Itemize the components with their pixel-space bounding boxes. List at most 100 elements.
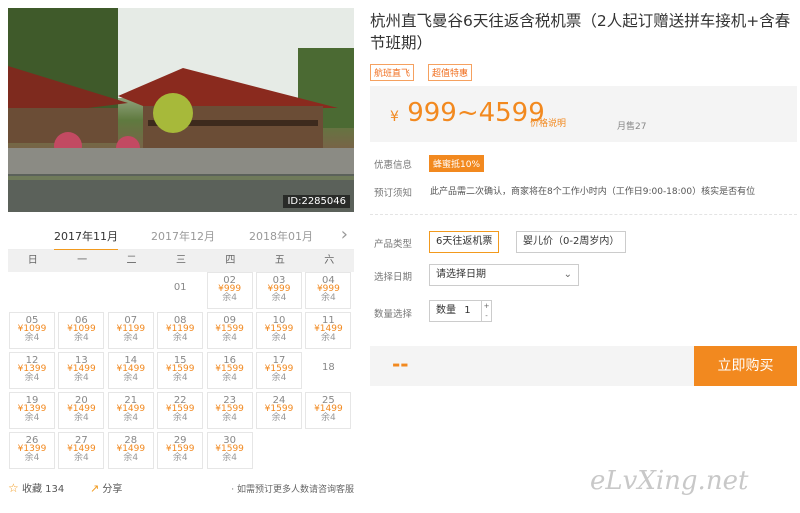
buy-bar: -- 立即购买 bbox=[370, 346, 797, 386]
promo-badge: 蜂蜜抵10% bbox=[429, 155, 485, 172]
calendar-day[interactable]: 02 ¥999 余4 bbox=[206, 272, 253, 309]
calendar-day[interactable]: 21 ¥1499 余4 bbox=[107, 392, 154, 429]
chevron-right-icon[interactable]: › bbox=[341, 224, 348, 245]
calendar-day[interactable]: 08 ¥1199 余4 bbox=[157, 312, 204, 349]
weekday-label: 四 bbox=[225, 255, 236, 266]
tab-month-1[interactable]: 2017年11月 bbox=[54, 228, 118, 251]
day-remaining: 余4 bbox=[123, 333, 139, 343]
weekday-label: 五 bbox=[274, 255, 285, 266]
tag-direct-flight: 航班直飞 bbox=[370, 64, 415, 81]
calendar-day[interactable]: 05 ¥1099 余4 bbox=[9, 312, 55, 349]
calendar-day[interactable]: 22 ¥1599 余4 bbox=[157, 392, 204, 429]
day-remaining: 余4 bbox=[321, 293, 336, 303]
month-tabs: 2017年11月 2017年12月 2018年01月 › bbox=[8, 222, 354, 251]
day-remaining: 余4 bbox=[24, 373, 40, 383]
tab-month-2[interactable]: 2017年12月 bbox=[151, 228, 215, 244]
day-remaining: 余4 bbox=[24, 413, 40, 423]
calendar-day[interactable]: 09 ¥1599 余4 bbox=[206, 312, 253, 349]
day-number: 01 bbox=[173, 282, 187, 293]
day-remaining: 余4 bbox=[321, 413, 336, 423]
watermark: eLvXing.net bbox=[590, 466, 749, 496]
calendar-day[interactable]: 03 ¥999 余4 bbox=[256, 272, 302, 309]
chevron-down-icon: ⌄ bbox=[563, 269, 572, 280]
consult-note: · 如需预订更多人数请咨询客服 bbox=[231, 485, 354, 495]
day-remaining: 余4 bbox=[24, 333, 40, 343]
date-select[interactable]: 请选择日期 ⌄ bbox=[429, 264, 579, 286]
day-remaining: 余4 bbox=[123, 373, 139, 383]
divider bbox=[370, 214, 797, 215]
calendar-day[interactable]: 04 ¥999 余4 bbox=[305, 272, 352, 309]
day-remaining: 余4 bbox=[222, 333, 237, 343]
calendar-day[interactable]: 28 ¥1499 余4 bbox=[107, 432, 154, 469]
day-remaining: 余4 bbox=[172, 413, 188, 423]
buy-now-button[interactable]: 立即购买 bbox=[694, 346, 797, 386]
day-remaining: 余4 bbox=[222, 453, 237, 463]
calendar-day: 01 bbox=[157, 272, 203, 309]
day-remaining: 余4 bbox=[74, 453, 89, 463]
calendar-day[interactable]: 17 ¥1599 余4 bbox=[256, 352, 302, 389]
option-infant-price[interactable]: 婴儿价（0-2周岁内） bbox=[516, 231, 627, 253]
day-remaining: 余4 bbox=[74, 333, 89, 343]
option-6day-ticket[interactable]: 6天往返机票 bbox=[429, 231, 500, 253]
day-remaining: 余4 bbox=[172, 333, 188, 343]
calendar-day: 18 bbox=[305, 352, 351, 389]
share-label: 分享 bbox=[102, 484, 123, 495]
weekday-label: 日 bbox=[27, 255, 38, 266]
day-remaining: 余4 bbox=[74, 373, 89, 383]
product-title: 杭州直飞曼谷6天往返含税机票（2人起订赠送拼车接机+含春节班期） bbox=[370, 12, 791, 52]
calendar-day[interactable]: 24 ¥1599 余4 bbox=[256, 392, 302, 429]
stepper-arrows[interactable]: + - bbox=[481, 301, 491, 321]
favorite-label: 收藏 bbox=[21, 484, 42, 495]
promo-label: 优惠信息 bbox=[374, 160, 413, 171]
favorite-count: 134 bbox=[45, 484, 65, 495]
price: ¥ 999~4599 bbox=[390, 98, 545, 128]
tag-special-offer: 超值特惠 bbox=[428, 64, 473, 81]
calendar-day[interactable]: 07 ¥1199 余4 bbox=[107, 312, 154, 349]
day-number: 18 bbox=[322, 362, 335, 373]
calendar-day[interactable]: 13 ¥1499 余4 bbox=[58, 352, 105, 389]
date-label: 选择日期 bbox=[374, 272, 413, 283]
day-remaining: 余4 bbox=[74, 413, 89, 423]
qty-prefix: 数量 bbox=[436, 305, 456, 316]
day-remaining: 余4 bbox=[271, 373, 287, 383]
notice-label: 预订须知 bbox=[374, 188, 413, 199]
calendar-day[interactable]: 11 ¥1499 余4 bbox=[305, 312, 352, 349]
day-remaining: 余4 bbox=[123, 413, 139, 423]
calendar-day[interactable]: 30 ¥1599 余4 bbox=[206, 432, 253, 469]
qty-label: 数量选择 bbox=[374, 309, 413, 320]
day-remaining: 余4 bbox=[172, 453, 188, 463]
calendar-day[interactable]: 26 ¥1399 余4 bbox=[9, 432, 55, 469]
calendar-day[interactable]: 14 ¥1499 余4 bbox=[107, 352, 154, 389]
calendar-day[interactable]: 27 ¥1499 余4 bbox=[58, 432, 105, 469]
calendar-grid: 01 02 ¥999 余4 03 ¥999 余4 04 ¥999 余4 05 ¥1099 余4 06 ¥10… bbox=[8, 272, 354, 472]
calendar-day[interactable]: 12 ¥1399 余4 bbox=[9, 352, 55, 389]
date-select-value: 请选择日期 bbox=[436, 269, 486, 280]
day-remaining: 余4 bbox=[271, 413, 287, 423]
monthly-sales: 月售27 bbox=[617, 122, 647, 132]
product-photo[interactable]: ID:2285046 bbox=[8, 8, 354, 212]
calendar-day[interactable]: 25 ¥1499 余4 bbox=[305, 392, 352, 429]
calendar-day[interactable]: 19 ¥1399 余4 bbox=[9, 392, 55, 429]
day-remaining: 余4 bbox=[24, 453, 40, 463]
calendar-day[interactable]: 29 ¥1599 余4 bbox=[157, 432, 204, 469]
price-range: 999~4599 bbox=[407, 98, 545, 128]
share-button[interactable]: ↗ 分享 bbox=[90, 480, 122, 495]
calendar-day[interactable]: 15 ¥1599 余4 bbox=[157, 352, 204, 389]
share-icon: ↗ bbox=[90, 482, 100, 495]
notice-text: 此产品需二次确认，商家将在8个工作小时内（工作日9:00-18:00）核实是否有… bbox=[430, 187, 756, 197]
calendar-day[interactable]: 23 ¥1599 余4 bbox=[206, 392, 253, 429]
quantity-stepper[interactable]: 数量 1 + - bbox=[429, 300, 492, 322]
price-note-link[interactable]: 价格说明 bbox=[530, 116, 566, 129]
currency-symbol: ¥ bbox=[390, 109, 399, 125]
calendar-day[interactable]: 20 ¥1499 余4 bbox=[58, 392, 105, 429]
calendar-day[interactable]: 16 ¥1599 余4 bbox=[206, 352, 253, 389]
weekday-label: 六 bbox=[324, 255, 335, 266]
calendar-day[interactable]: 06 ¥1099 余4 bbox=[58, 312, 105, 349]
calendar-day[interactable]: 10 ¥1599 余4 bbox=[256, 312, 302, 349]
tab-month-3[interactable]: 2018年01月 bbox=[249, 228, 313, 244]
qty-value: 1 bbox=[464, 305, 471, 316]
favorite-button[interactable]: ☆ 收藏 134 bbox=[8, 480, 64, 495]
price-box: ¥ 999~4599 价格说明 月售27 bbox=[370, 86, 797, 142]
house-photo-illustration bbox=[8, 8, 354, 212]
day-remaining: 余4 bbox=[222, 413, 237, 423]
